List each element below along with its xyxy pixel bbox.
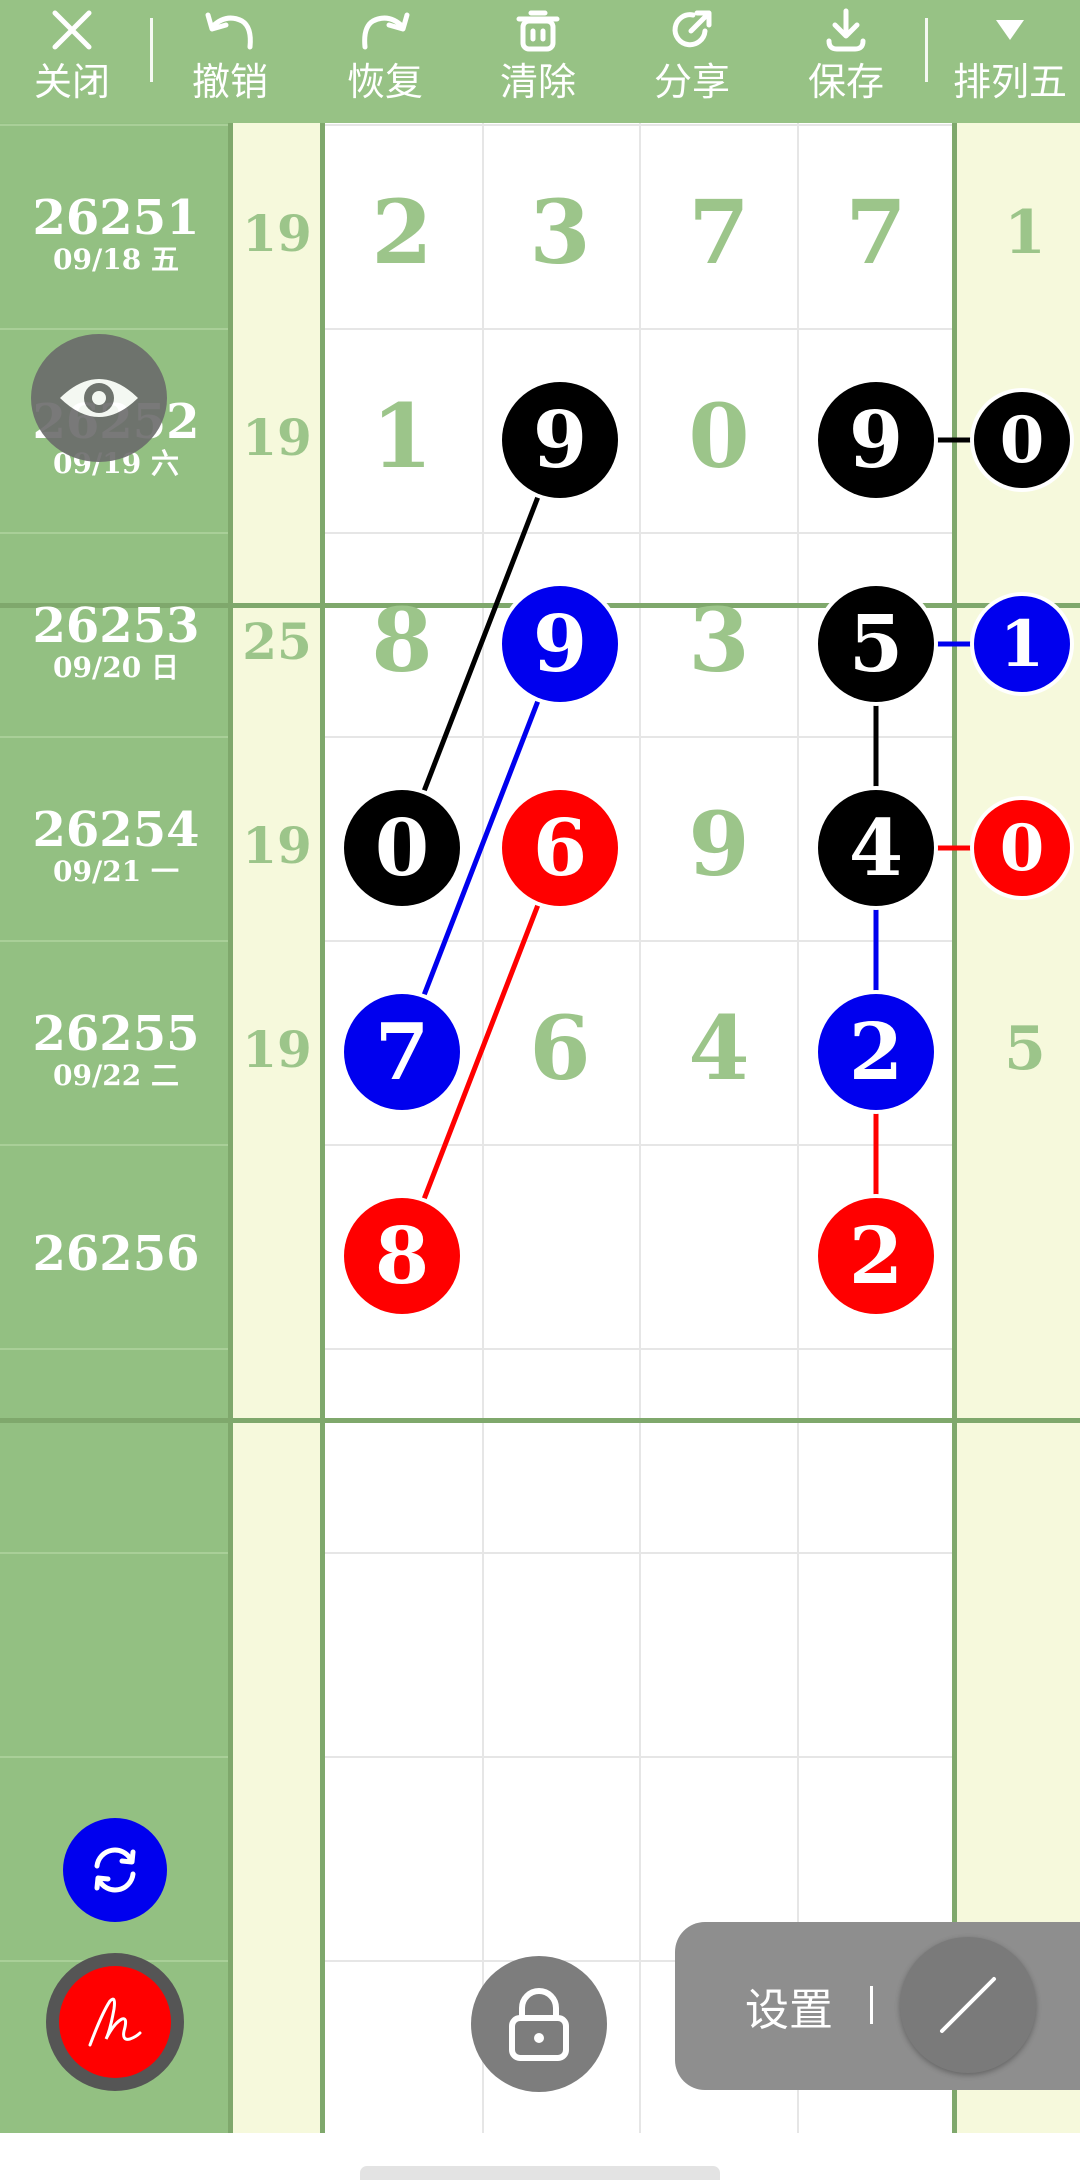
share-button[interactable]: 分享	[632, 0, 752, 123]
marked-number-ball[interactable]: 7	[344, 994, 460, 1110]
share-label: 分享	[653, 60, 730, 104]
pen-color-swatch	[59, 1966, 171, 2078]
lock-button[interactable]	[471, 1956, 607, 2092]
top-toolbar: 关闭 撤销 恢复 清除 分享 保存 排列五	[0, 0, 1080, 123]
redo-icon	[355, 0, 415, 59]
visibility-toggle-button[interactable]	[31, 334, 167, 462]
dropdown-triangle-icon	[980, 0, 1040, 59]
undo-icon	[200, 0, 260, 59]
toolbar-separator	[150, 18, 153, 82]
eye-icon	[60, 379, 138, 417]
marked-number-ball[interactable]: 8	[344, 1198, 460, 1314]
settings-button[interactable]: 设置	[745, 1974, 833, 2038]
trash-icon	[508, 0, 568, 59]
redo-button[interactable]: 恢复	[325, 0, 445, 123]
marked-number-ball[interactable]: 5	[818, 586, 934, 702]
pen-color-button[interactable]	[46, 1953, 184, 2091]
marked-number-ball[interactable]: 0	[974, 800, 1070, 896]
lock-icon	[509, 1988, 569, 2061]
undo-button[interactable]: 撤销	[170, 0, 290, 123]
marked-number-ball[interactable]: 9	[818, 382, 934, 498]
marked-number-ball[interactable]: 0	[344, 790, 460, 906]
marked-number-ball[interactable]: 1	[974, 596, 1070, 692]
share-icon	[662, 0, 722, 59]
marked-number-ball[interactable]: 6	[502, 790, 618, 906]
save-label: 保存	[807, 60, 884, 104]
marked-number-ball[interactable]: 2	[818, 994, 934, 1110]
close-button[interactable]: 关闭	[12, 0, 132, 123]
close-label: 关闭	[33, 60, 110, 104]
refresh-icon	[94, 1847, 136, 1893]
marked-number-ball[interactable]: 2	[818, 1198, 934, 1314]
toolbar-separator	[925, 18, 928, 82]
line-tool-button[interactable]	[900, 1937, 1036, 2073]
save-button[interactable]: 保存	[786, 0, 906, 123]
lottery-type-dropdown[interactable]: 排列五	[945, 0, 1075, 123]
close-icon	[42, 0, 102, 59]
tool-panel: 设置	[675, 1922, 1080, 2090]
marked-number-ball[interactable]: 4	[818, 790, 934, 906]
nav-handle[interactable]	[360, 2166, 720, 2180]
marked-number-ball[interactable]: 0	[974, 392, 1070, 488]
undo-label: 撤销	[191, 60, 268, 104]
lottery-type-label: 排列五	[952, 60, 1067, 104]
refresh-button[interactable]	[63, 1818, 167, 1922]
clear-label: 清除	[499, 60, 576, 104]
line-tool-icon	[940, 1977, 996, 2033]
clear-button[interactable]: 清除	[478, 0, 598, 123]
panel-separator	[870, 1986, 873, 2024]
marked-number-ball[interactable]: 9	[502, 382, 618, 498]
marked-number-ball[interactable]: 9	[502, 586, 618, 702]
redo-label: 恢复	[346, 60, 423, 104]
signature-pen-icon	[88, 1997, 142, 2047]
download-icon	[816, 0, 876, 59]
